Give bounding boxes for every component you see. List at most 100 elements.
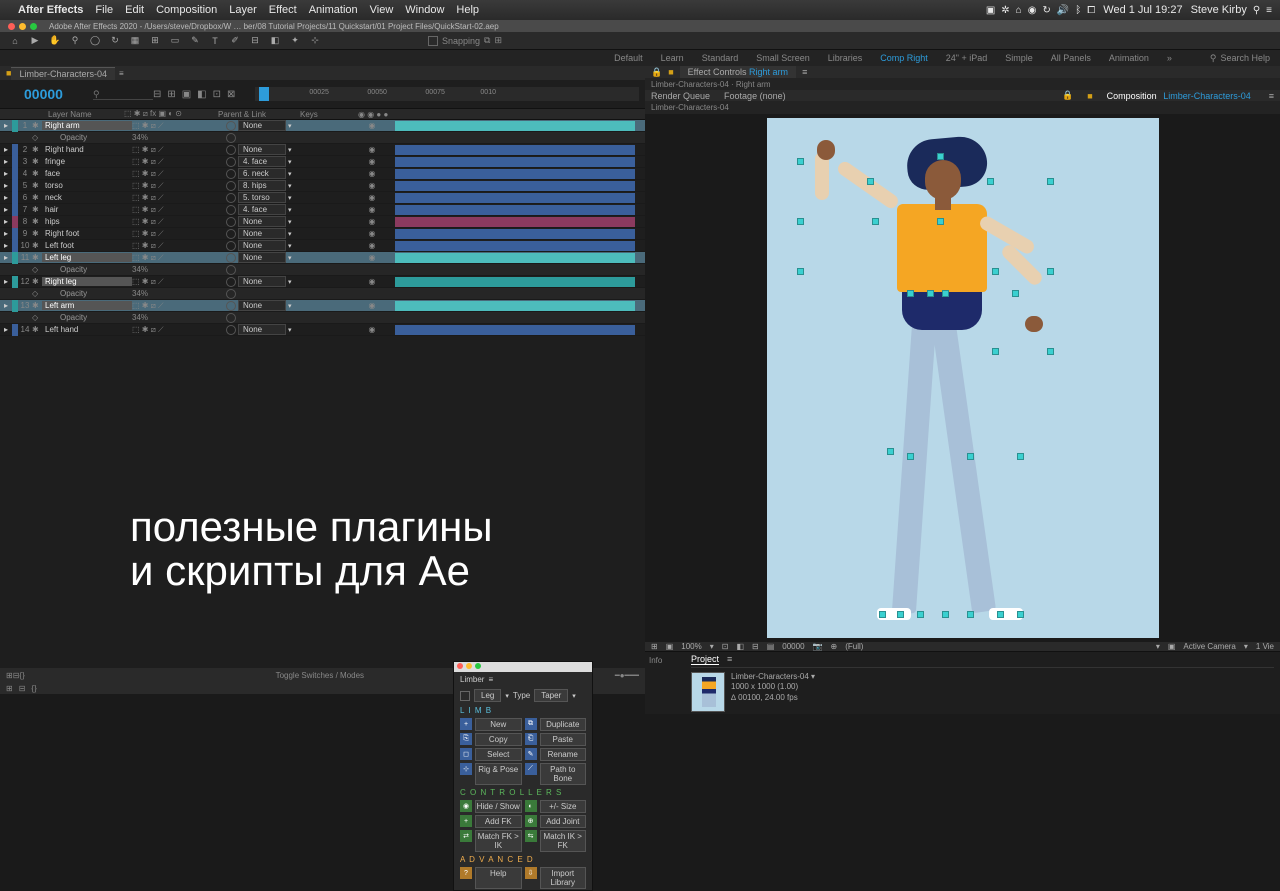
selection-handle[interactable] xyxy=(967,611,974,618)
layer-switches[interactable]: ⬚ ✱ ⧄ ⟋ xyxy=(132,241,226,251)
menu-icon[interactable]: ≡ xyxy=(1266,5,1272,16)
layer-row[interactable]: ▸4✱face⬚ ✱ ⧄ ⟋6. neck▾◉ xyxy=(0,168,645,180)
workspace-learn[interactable]: Learn xyxy=(661,53,684,64)
copy-button[interactable]: Copy xyxy=(475,733,522,746)
layer-duration-bar[interactable] xyxy=(395,205,635,215)
volume-icon[interactable]: 🔊 xyxy=(1057,5,1069,16)
import-library-button[interactable]: Import Library xyxy=(540,867,587,889)
zoom-tool-icon[interactable]: ⚲ xyxy=(68,34,82,48)
parent-dropdown[interactable]: 4. face xyxy=(238,204,286,215)
search-icon[interactable]: ⚲ xyxy=(1253,5,1260,16)
wifi-icon[interactable]: ⧠ xyxy=(1087,5,1095,16)
paste-icon[interactable]: ⎗ xyxy=(525,733,537,745)
type-tool-icon[interactable]: T xyxy=(208,34,222,48)
addfk-icon[interactable]: + xyxy=(460,815,472,827)
vf-zoom[interactable]: 100% xyxy=(681,642,701,651)
pickwhip-icon[interactable] xyxy=(226,133,236,143)
layer-name[interactable]: face xyxy=(42,169,132,178)
current-timecode[interactable]: 00000 xyxy=(24,86,63,102)
pickwhip-icon[interactable] xyxy=(226,145,236,155)
selection-handle[interactable] xyxy=(879,611,886,618)
layer-property-row[interactable]: ◇Opacity34% xyxy=(0,264,645,276)
layer-row[interactable]: ▸9✱Right foot⬚ ✱ ⧄ ⟋None▾◉ xyxy=(0,228,645,240)
layer-duration-bar[interactable] xyxy=(395,193,635,203)
layer-row[interactable]: ▸5✱torso⬚ ✱ ⧄ ⟋8. hips▾◉ xyxy=(0,180,645,192)
selection-handle[interactable] xyxy=(992,348,999,355)
property-value[interactable]: 34% xyxy=(132,313,226,322)
selection-handle[interactable] xyxy=(987,178,994,185)
layer-name[interactable]: neck xyxy=(42,193,132,202)
selection-handle[interactable] xyxy=(887,448,894,455)
selection-handle[interactable] xyxy=(1017,611,1024,618)
vf-views[interactable]: 1 Vie xyxy=(1256,642,1274,651)
layer-row[interactable]: ▸3✱fringe⬚ ✱ ⧄ ⟋4. face▾◉ xyxy=(0,156,645,168)
column-layer-name[interactable]: Layer Name xyxy=(44,110,124,119)
pickwhip-icon[interactable] xyxy=(226,289,236,299)
vf-icon[interactable]: ▾ xyxy=(1156,642,1160,651)
status-icon[interactable]: ↻ xyxy=(1042,5,1050,16)
layer-switches[interactable]: ⬚ ✱ ⧄ ⟋ xyxy=(132,205,226,215)
footer-icon[interactable]: {} xyxy=(31,684,36,693)
tl-footer-icon[interactable]: ⊞ xyxy=(6,671,13,680)
layer-switches[interactable]: ⬚ ✱ ⧄ ⟋ xyxy=(132,277,226,287)
menu-animation[interactable]: Animation xyxy=(309,4,358,16)
layer-duration-bar[interactable] xyxy=(395,217,635,227)
snap-option-icon[interactable]: ⊞ xyxy=(494,35,502,46)
parent-dropdown[interactable]: None xyxy=(238,228,286,239)
vf-icon[interactable]: ⊞ xyxy=(651,642,658,651)
tl-footer-icon[interactable]: ⊟ xyxy=(13,671,20,680)
limber-limb-dropdown[interactable]: Leg xyxy=(474,689,501,702)
layer-switches[interactable]: ⬚ ✱ ⧄ ⟋ xyxy=(132,169,226,179)
parent-dropdown[interactable]: 4. face xyxy=(238,156,286,167)
layer-switches[interactable]: ⬚ ✱ ⧄ ⟋ xyxy=(132,181,226,191)
parent-dropdown[interactable]: 8. hips xyxy=(238,180,286,191)
visibility-toggle[interactable]: ◉ xyxy=(366,181,378,190)
visibility-toggle[interactable]: ◉ xyxy=(366,205,378,214)
composition-viewer[interactable] xyxy=(645,114,1280,642)
footer-icon[interactable]: ⊟ xyxy=(19,684,26,693)
parent-dropdown[interactable]: None xyxy=(238,276,286,287)
limber-checkbox[interactable] xyxy=(460,691,470,701)
menu-edit[interactable]: Edit xyxy=(125,4,144,16)
rigpose-button[interactable]: Rig & Pose xyxy=(475,763,522,785)
render-queue-tab[interactable]: Render Queue xyxy=(651,91,710,101)
layer-duration-bar[interactable] xyxy=(395,157,635,167)
addjoint-button[interactable]: Add Joint xyxy=(540,815,587,828)
paste-button[interactable]: Paste xyxy=(540,733,587,746)
menubar-user[interactable]: Steve Kirby xyxy=(1191,4,1247,16)
parent-dropdown[interactable]: None xyxy=(238,144,286,155)
selection-handle[interactable] xyxy=(797,218,804,225)
home-icon[interactable]: ⌂ xyxy=(8,34,22,48)
vf-icon[interactable]: ▣ xyxy=(1168,642,1176,651)
search-help-placeholder[interactable]: Search Help xyxy=(1220,53,1270,63)
workspace-more-icon[interactable]: » xyxy=(1167,53,1172,64)
selection-handle[interactable] xyxy=(907,453,914,460)
menu-help[interactable]: Help xyxy=(456,4,479,16)
selection-handle[interactable] xyxy=(942,290,949,297)
stamp-tool-icon[interactable]: ⊟ xyxy=(248,34,262,48)
workspace-libraries[interactable]: Libraries xyxy=(828,53,863,64)
eraser-tool-icon[interactable]: ◧ xyxy=(268,34,282,48)
parent-dropdown[interactable]: None xyxy=(238,300,286,311)
snap-option-icon[interactable]: ⧉ xyxy=(484,35,490,46)
layer-search-input[interactable] xyxy=(93,89,153,100)
zoom-slider[interactable]: ━●━━━ xyxy=(615,671,639,680)
visibility-toggle[interactable]: ◉ xyxy=(366,121,378,130)
matchfk-button[interactable]: Match FK > IK xyxy=(475,830,522,852)
rig-icon[interactable]: ⊹ xyxy=(460,763,472,775)
selection-handle[interactable] xyxy=(937,153,944,160)
layer-name[interactable]: Left hand xyxy=(42,325,132,334)
workspace-standard[interactable]: Standard xyxy=(702,53,739,64)
pickwhip-icon[interactable] xyxy=(226,277,236,287)
menu-file[interactable]: File xyxy=(95,4,113,16)
status-icon[interactable]: ⌂ xyxy=(1016,5,1022,16)
visibility-toggle[interactable]: ◉ xyxy=(366,253,378,262)
snapping-checkbox[interactable] xyxy=(428,36,438,46)
layer-row[interactable]: ▸11✱Left leg⬚ ✱ ⧄ ⟋None▾◉ xyxy=(0,252,645,264)
shape-tool-icon[interactable]: ▭ xyxy=(168,34,182,48)
layer-duration-bar[interactable] xyxy=(395,169,635,179)
layer-property-row[interactable]: ◇Opacity34% xyxy=(0,312,645,324)
hideshow-button[interactable]: Hide / Show xyxy=(475,800,522,813)
tl-icon[interactable]: ⊟ xyxy=(153,89,161,100)
rotate-tool-icon[interactable]: ↻ xyxy=(108,34,122,48)
